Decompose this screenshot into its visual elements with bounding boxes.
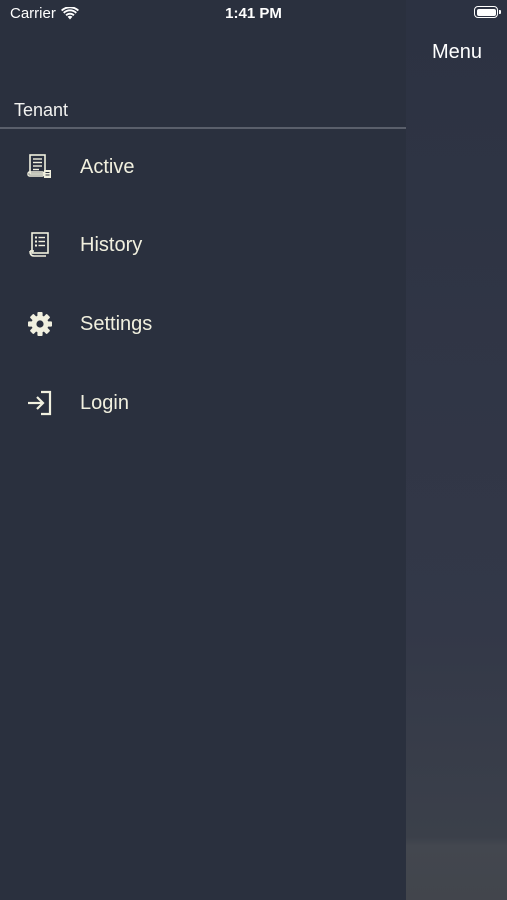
app-screen: Carrier 1:41 PM Menu Tenant Active Histo…: [0, 0, 507, 900]
history-scroll-icon: [26, 231, 54, 259]
menu-item-history[interactable]: History: [0, 217, 406, 273]
menu-item-label: History: [80, 233, 143, 256]
side-drawer: Tenant Active History Settings Login: [0, 0, 406, 900]
drawer-divider: [0, 127, 406, 129]
contract-active-icon: [26, 153, 54, 181]
menu-item-label: Settings: [80, 312, 153, 335]
menu-item-active[interactable]: Active: [0, 139, 406, 195]
battery-level: [476, 8, 496, 16]
gear-icon: [26, 310, 54, 338]
battery-icon: [474, 6, 501, 18]
menu-item-login[interactable]: Login: [0, 375, 406, 431]
menu-item-label: Login: [80, 391, 129, 414]
main-content-background: [406, 0, 507, 900]
menu-item-settings[interactable]: Settings: [0, 296, 406, 352]
status-time: 1:41 PM: [225, 5, 282, 22]
menu-item-label: Active: [80, 155, 135, 178]
status-bar: Carrier 1:41 PM: [0, 0, 507, 28]
menu-button[interactable]: Menu: [432, 41, 482, 64]
drawer-header: Tenant: [14, 100, 69, 120]
login-icon: [26, 389, 54, 417]
battery-tip: [499, 10, 501, 14]
